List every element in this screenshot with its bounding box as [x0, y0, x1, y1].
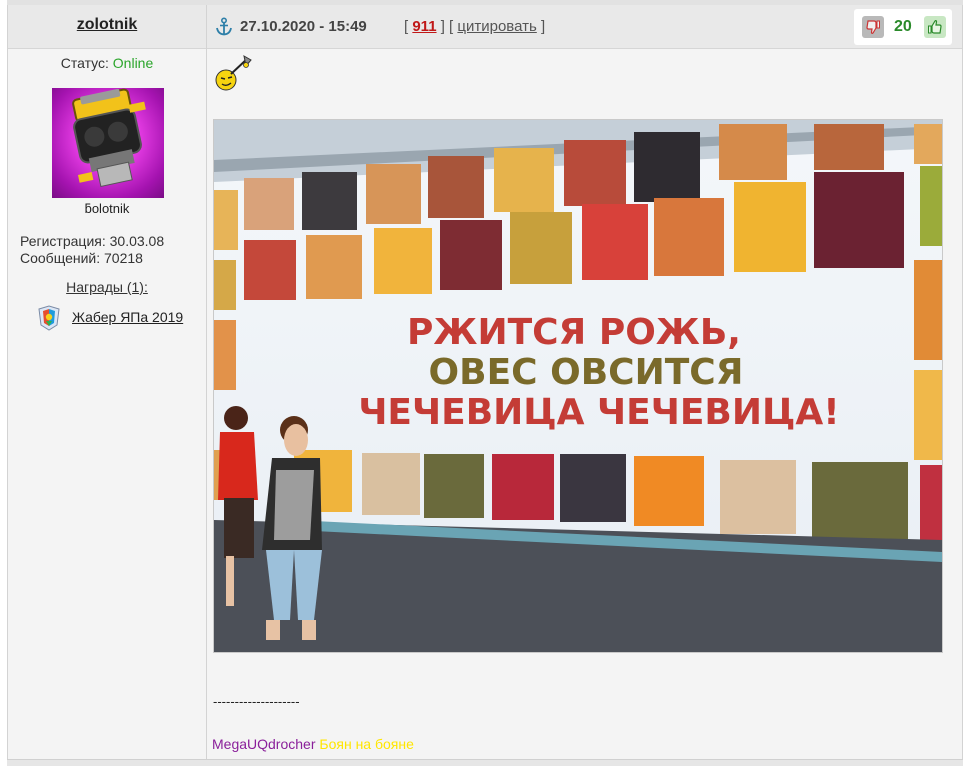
signature-part-2: Боян на бояне: [319, 736, 414, 752]
post-number-link[interactable]: 911: [412, 18, 436, 35]
quote-link[interactable]: цитировать: [457, 18, 536, 35]
user-status: Статус: Online: [8, 55, 206, 71]
thumbs-up-icon[interactable]: [924, 16, 946, 38]
slogan-line-1: РЖИТСЯ РОЖЬ,: [407, 312, 741, 353]
signature-part-1: MegaUQdrocher: [212, 736, 316, 752]
thumbs-down-icon[interactable]: [862, 16, 884, 38]
award-icon[interactable]: [35, 305, 63, 331]
status-label: Статус:: [60, 55, 109, 71]
signature: MegaUQdrocher Боян на бояне: [212, 736, 414, 752]
bottom-border: [7, 759, 963, 766]
slogan-line-3: ЧЕЧЕВИЦА ЧЕЧЕВИЦА!: [358, 392, 839, 433]
rating-score: 20: [894, 18, 912, 35]
bracket: [: [404, 18, 409, 35]
message-count: Сообщений: 70218: [20, 250, 143, 266]
post-date: 27.10.2020 - 15:49: [240, 18, 367, 35]
slogan-line-2: ОВЕС ОВСИТСЯ: [429, 352, 744, 393]
user-info: Регистрация: 30.03.08 Сообщений: 70218: [20, 233, 164, 267]
rating-widget: 20: [854, 9, 952, 45]
anchor-icon[interactable]: [215, 17, 233, 37]
award-name-link[interactable]: Жабер ЯПа 2019: [72, 309, 183, 325]
billboard-photo: РЖИТСЯ РОЖЬ, ОВЕС ОВСИТСЯ ЧЕЧЕВИЦА ЧЕЧЕВ…: [214, 120, 942, 652]
bracket: ]: [540, 18, 546, 35]
post-image[interactable]: РЖИТСЯ РОЖЬ, ОВЕС ОВСИТСЯ ЧЕЧЕВИЦА ЧЕЧЕВ…: [213, 119, 943, 653]
post-header: 27.10.2020 - 15:49 [ 911 ] [ цитировать …: [207, 5, 962, 49]
awards-link[interactable]: Награды (1):: [8, 279, 206, 295]
avatar[interactable]: [52, 88, 164, 198]
status-online: Online: [112, 55, 154, 71]
user-nick-mirrored: ƃоlоtnіk: [84, 201, 130, 216]
registration-date: Регистрация: 30.03.08: [20, 233, 165, 249]
avatar-image: [72, 88, 146, 188]
signature-separator: --------------------: [213, 694, 300, 709]
author-header: zolotnik: [8, 5, 206, 49]
username-link[interactable]: zolotnik: [77, 16, 137, 34]
column-separator: [206, 5, 207, 759]
bracket: ] [: [440, 18, 454, 35]
post-links: [ 911 ] [ цитировать ]: [404, 18, 545, 35]
smiley-icon: [215, 55, 252, 91]
